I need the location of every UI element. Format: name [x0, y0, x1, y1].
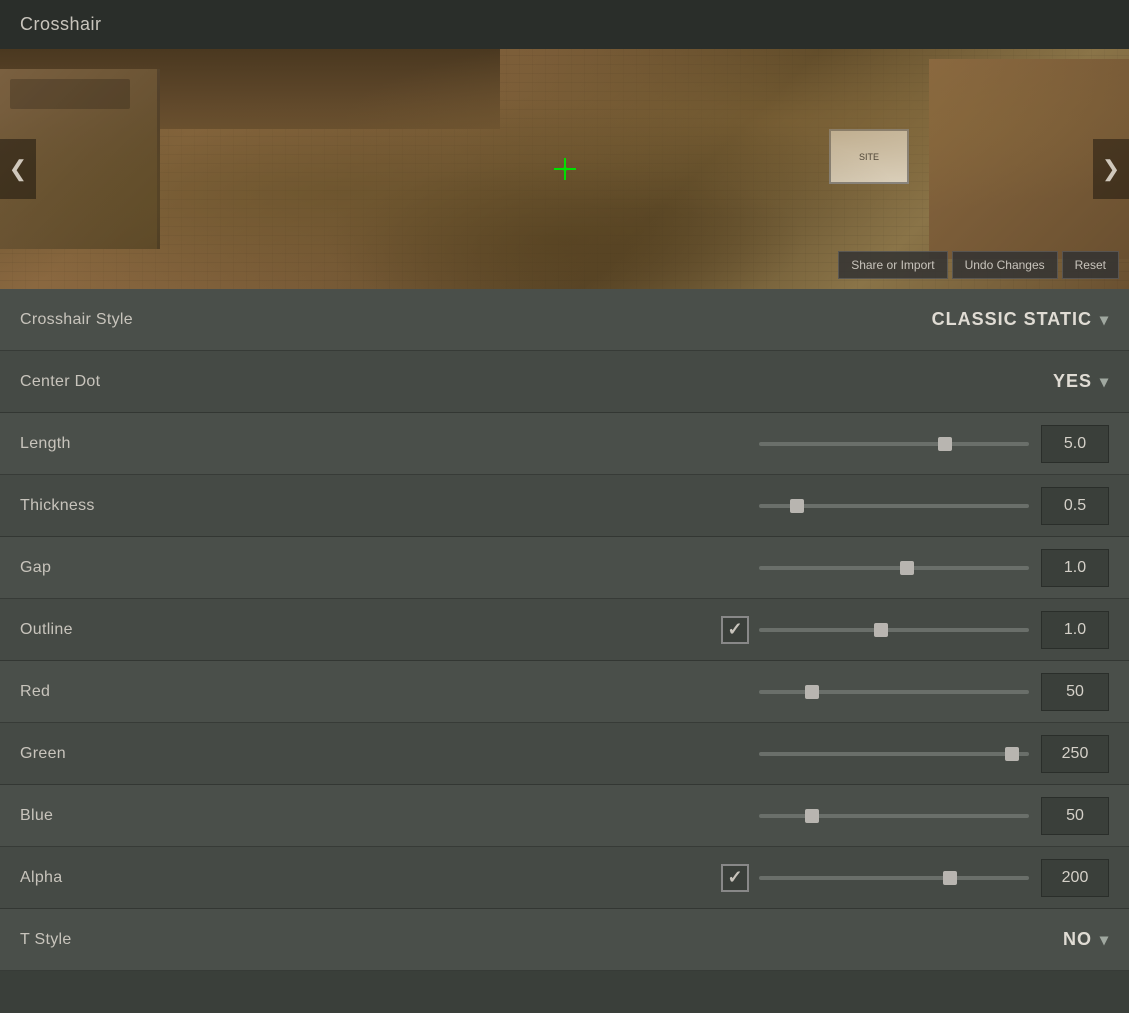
blue-slider[interactable] [759, 814, 1029, 818]
crosshair-style-row: Crosshair Style CLASSIC STATIC ▾ [0, 289, 1129, 351]
red-row: Red [0, 661, 1129, 723]
alpha-checkbox[interactable] [721, 864, 749, 892]
green-row: Green [0, 723, 1129, 785]
crosshair-style-label: Crosshair Style [20, 311, 180, 329]
blue-control [180, 797, 1109, 835]
length-row: Length [0, 413, 1129, 475]
gap-control [180, 549, 1109, 587]
alpha-slider-group [180, 864, 1029, 892]
preview-prev-button[interactable]: ❮ [0, 139, 36, 199]
alpha-row: Alpha [0, 847, 1129, 909]
preview-next-button[interactable]: ❯ [1093, 139, 1129, 199]
green-slider[interactable] [759, 752, 1029, 756]
red-control [180, 673, 1109, 711]
gap-value[interactable] [1041, 549, 1109, 587]
center-dot-label: Center Dot [20, 373, 180, 391]
red-label: Red [20, 683, 180, 701]
t-style-row: T Style NO ▾ [0, 909, 1129, 971]
center-dot-dropdown[interactable]: YES ▾ [1053, 371, 1109, 392]
length-value[interactable] [1041, 425, 1109, 463]
reset-button[interactable]: Reset [1062, 251, 1119, 279]
center-dot-row: Center Dot YES ▾ [0, 351, 1129, 413]
outline-slider[interactable] [759, 628, 1029, 632]
alpha-control [180, 859, 1109, 897]
outline-value[interactable] [1041, 611, 1109, 649]
crosshair-style-dropdown[interactable]: CLASSIC STATIC ▾ [932, 309, 1109, 330]
alpha-value[interactable] [1041, 859, 1109, 897]
center-dot-control: YES ▾ [180, 371, 1109, 392]
gap-label: Gap [20, 559, 180, 577]
outline-row: Outline [0, 599, 1129, 661]
length-label: Length [20, 435, 180, 453]
thickness-control [180, 487, 1109, 525]
green-control [180, 735, 1109, 773]
undo-changes-button[interactable]: Undo Changes [952, 251, 1058, 279]
length-control [180, 425, 1109, 463]
red-value[interactable] [1041, 673, 1109, 711]
thickness-label: Thickness [20, 497, 180, 515]
blue-row: Blue [0, 785, 1129, 847]
crosshair-style-arrow: ▾ [1100, 310, 1109, 330]
blue-label: Blue [20, 807, 180, 825]
outline-checkbox[interactable] [721, 616, 749, 644]
crosshair-style-control: CLASSIC STATIC ▾ [180, 309, 1109, 330]
thickness-slider[interactable] [759, 504, 1029, 508]
length-slider[interactable] [759, 442, 1029, 446]
alpha-slider[interactable] [759, 876, 1029, 880]
preview-action-buttons: Share or Import Undo Changes Reset [838, 251, 1119, 279]
crosshair-preview [553, 157, 577, 181]
thickness-row: Thickness [0, 475, 1129, 537]
blue-value[interactable] [1041, 797, 1109, 835]
roof-decoration [0, 49, 500, 129]
preview-container: SITE ❮ ❯ Share or Import Undo Changes Re… [0, 49, 1129, 289]
settings-panel: Crosshair Style CLASSIC STATIC ▾ Center … [0, 289, 1129, 971]
share-import-button[interactable]: Share or Import [838, 251, 947, 279]
green-value[interactable] [1041, 735, 1109, 773]
green-label: Green [20, 745, 180, 763]
crosshair-dot [563, 167, 567, 171]
gap-row: Gap [0, 537, 1129, 599]
center-dot-arrow: ▾ [1100, 372, 1109, 392]
t-style-arrow: ▾ [1100, 930, 1109, 950]
outline-label: Outline [20, 621, 180, 639]
gap-slider[interactable] [759, 566, 1029, 570]
page-title: Crosshair [0, 0, 1129, 49]
outline-control [180, 611, 1109, 649]
t-style-dropdown[interactable]: NO ▾ [1063, 929, 1109, 950]
thickness-value[interactable] [1041, 487, 1109, 525]
outline-slider-group [180, 616, 1029, 644]
t-style-label: T Style [20, 931, 180, 949]
t-style-control: NO ▾ [180, 929, 1109, 950]
alpha-label: Alpha [20, 869, 180, 887]
red-slider[interactable] [759, 690, 1029, 694]
sign-decoration: SITE [829, 129, 909, 184]
